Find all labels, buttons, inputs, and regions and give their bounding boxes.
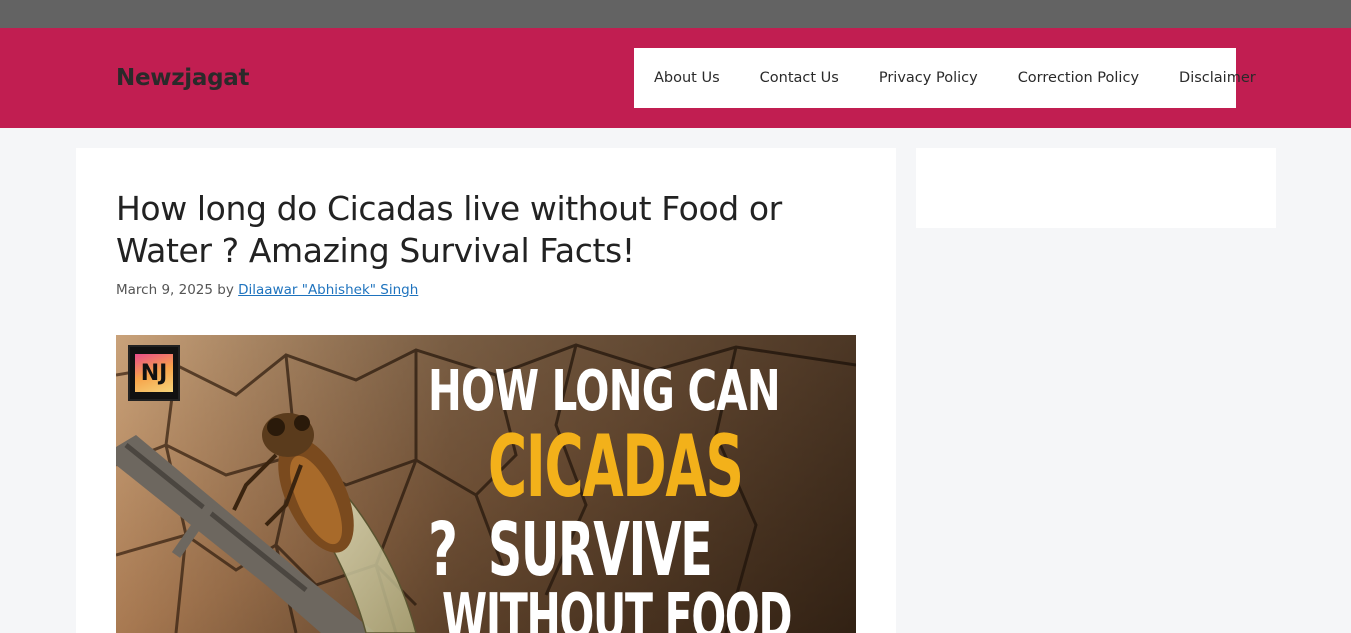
nav-item-privacy-policy[interactable]: Privacy Policy [859, 70, 998, 86]
main-navigation: About Us Contact Us Privacy Policy Corre… [634, 48, 1256, 108]
sidebar-widget [916, 148, 1276, 228]
browser-top-bar [0, 0, 1351, 28]
hero-line-2: CICADAS [488, 417, 744, 517]
site-header: Newzjagat About Us Contact Us Privacy Po… [0, 28, 1351, 128]
article-title: How long do Cicadas live without Food or… [116, 189, 782, 270]
byline-prefix: by [217, 282, 234, 298]
hero-headline: HOW LONG CAN CICADAS ? SURVIVE WITHOUT F… [116, 335, 856, 633]
site-title-link[interactable]: Newzjagat [116, 65, 249, 91]
hero-line-4: WITHOUT FOOD [442, 581, 792, 633]
nav-item-contact-us[interactable]: Contact Us [740, 70, 859, 86]
post-date: March 9, 2025 [116, 282, 213, 298]
hero-line-1: HOW LONG CAN [428, 359, 781, 424]
article-content: How long do Cicadas live without Food or… [76, 148, 896, 633]
nav-item-about-us[interactable]: About Us [634, 70, 740, 86]
article-meta: March 9, 2025 by Dilaawar "Abhishek" Sin… [116, 282, 418, 298]
author-link[interactable]: Dilaawar "Abhishek" Singh [238, 282, 418, 298]
featured-image: NJ HOW LONG CAN CICADAS ? SURVIVE WITHOU… [116, 335, 856, 633]
nav-item-correction-policy[interactable]: Correction Policy [998, 70, 1159, 86]
nav-item-disclaimer[interactable]: Disclaimer [1159, 70, 1276, 86]
